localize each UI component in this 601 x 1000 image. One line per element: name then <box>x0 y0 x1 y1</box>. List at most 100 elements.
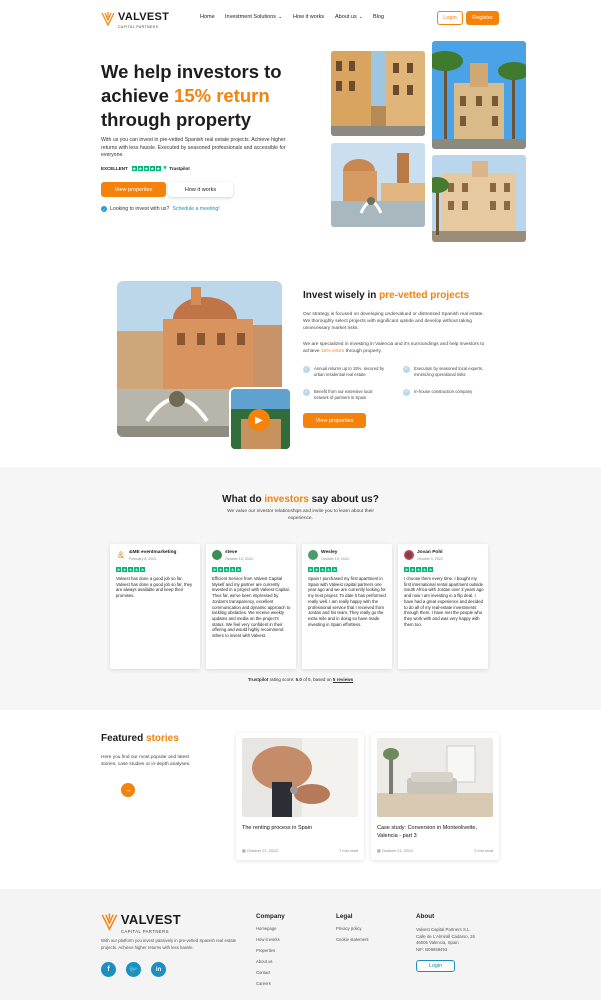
trustpilot-badge[interactable]: EXCELLENT ★ ★ ★ ★ ★ ★ Trustpilot <box>101 165 190 171</box>
story-date: ▦ October 21, 2022 <box>242 848 278 853</box>
star-icon: ★ <box>116 567 121 572</box>
star-icon: ★ <box>137 165 143 171</box>
footer-about-title: About <box>416 913 435 920</box>
footer-link[interactable]: Careers <box>256 978 280 989</box>
hero-title-line2: achieve <box>101 85 175 106</box>
twitter-icon[interactable]: 🐦 <box>126 962 141 977</box>
stories-next-arrow-icon[interactable]: → <box>121 783 135 797</box>
invest-paragraph-1: Our strategy is focused on developing un… <box>303 312 484 331</box>
star-icon: ★ <box>320 567 325 572</box>
invest-title-text: Invest wisely in <box>303 290 380 301</box>
review-card: Wesley October 10, 2022 ★ ★ ★ ★ ★ Spain I pu… <box>302 544 392 669</box>
star-icon: ★ <box>149 165 155 171</box>
story-meta: ▦ October 21, 2022 2 min read <box>377 848 493 853</box>
star-icon: ★ <box>128 567 133 572</box>
footer-logo[interactable]: VALVEST CAPITAL PARTNERS <box>101 911 181 934</box>
rating-count-link[interactable]: 5 reviews <box>333 677 353 682</box>
testimonials-title: What do investors say about us? <box>0 494 601 505</box>
t-title-b: say about us? <box>308 494 379 505</box>
footer-login-button[interactable]: Login <box>416 960 455 972</box>
play-icon[interactable]: ▶ <box>248 409 270 431</box>
star-icon: ★ <box>428 567 433 572</box>
feature-text: Annual returns up to 15%, secured by urb… <box>314 366 385 377</box>
star-icon: ★ <box>416 567 421 572</box>
p2-highlight: 15% return <box>320 349 345 354</box>
footer-description: With our platform you invest passively i… <box>101 938 237 950</box>
trust-stars: ★ ★ ★ ★ ★ <box>131 165 161 171</box>
review-date: October 3, 2022 <box>417 557 443 561</box>
check-icon: ✓ <box>303 365 310 373</box>
footer-link[interactable]: Properties <box>256 945 280 956</box>
trustpilot-star-icon: ★ <box>162 165 168 171</box>
story-read-time: 2 min read <box>474 848 493 853</box>
review-text: Valvest has done a good job so far. Valv… <box>116 576 193 599</box>
star-icon: ★ <box>308 567 313 572</box>
how-it-works-button[interactable]: How it works <box>168 182 233 197</box>
hero-photo-plaza <box>432 155 526 242</box>
hero-title: We help investors to achieve 15% return … <box>101 60 311 132</box>
avatar: & <box>116 550 126 560</box>
view-properties-button[interactable]: View properties <box>101 182 166 197</box>
footer-link[interactable]: About us <box>256 956 280 967</box>
rating-brand: Trustpilot <box>247 677 269 682</box>
review-stars: ★ ★ ★ ★ ★ <box>404 567 433 572</box>
footer-legal-title: Legal <box>336 913 353 920</box>
star-icon: ★ <box>140 567 145 572</box>
nav-blog[interactable]: Blog <box>373 14 384 20</box>
star-icon: ★ <box>155 165 161 171</box>
schedule-meeting-link[interactable]: Schedule a meeting! <box>172 206 219 212</box>
check-icon: ✓ <box>403 388 410 396</box>
nav-how-it-works[interactable]: How it works <box>293 14 324 20</box>
invest-title-highlight: pre-vetted projects <box>379 290 470 301</box>
linkedin-icon[interactable]: in <box>151 962 166 977</box>
footer-link[interactable]: Cookie statement <box>336 934 369 945</box>
star-icon: ★ <box>422 567 427 572</box>
register-button[interactable]: Register <box>466 11 499 25</box>
hero-photo-street <box>331 51 425 136</box>
invest-view-properties-button[interactable]: View properties <box>303 413 366 428</box>
avatar <box>212 550 222 560</box>
star-icon: ★ <box>134 567 139 572</box>
star-icon: ★ <box>404 567 409 572</box>
brand-logo[interactable]: VALVEST CAPITAL PARTNERS <box>101 10 173 29</box>
story-image <box>242 738 358 817</box>
story-card[interactable]: Case study: Conversion in Monteolivette,… <box>371 733 499 860</box>
facebook-icon[interactable]: f <box>101 962 116 977</box>
rating-text-b: of 5, based on <box>301 677 333 682</box>
review-text: Efficient Service from Valvest Capital M… <box>212 576 291 639</box>
star-icon: ★ <box>236 567 241 572</box>
nav-investment-solutions[interactable]: Investment Solutions ⌄ <box>225 14 282 20</box>
trustpilot-rating: Trustpilot rating score: 5.0 of 5, based… <box>0 677 601 682</box>
footer-address: Valvest Capital Partners S.L. Calle de L… <box>416 927 475 953</box>
feature-item: ✓ Annual returns up to 15%, secured by ur… <box>303 366 388 377</box>
footer-link[interactable]: Privacy policy <box>336 923 369 934</box>
rating-text-a: rating score: <box>268 677 296 682</box>
review-date: February 8, 2023 <box>129 557 157 561</box>
review-date: October 10, 2022 <box>225 557 253 561</box>
p2-text-b: through property. <box>344 349 382 354</box>
login-button[interactable]: Login <box>437 11 463 25</box>
star-icon: ★ <box>314 567 319 572</box>
review-stars: ★ ★ ★ ★ ★ <box>308 567 337 572</box>
footer-link[interactable]: How it works <box>256 934 280 945</box>
trust-brand: Trustpilot <box>169 165 190 171</box>
hero-title-line3: through property <box>101 109 252 130</box>
star-icon: ★ <box>131 165 137 171</box>
story-card[interactable]: The renting process in Spain ▦ October 2… <box>236 733 364 860</box>
logo-mark-icon <box>101 913 118 931</box>
footer-legal-links: Privacy policy Cookie statement <box>336 923 369 945</box>
nav-about-us[interactable]: About us ⌄ <box>335 14 363 20</box>
chevron-down-icon: ⌄ <box>278 14 283 20</box>
trust-label: EXCELLENT <box>101 165 128 171</box>
footer-link[interactable]: Contact <box>256 967 280 978</box>
brand-name: VALVEST <box>118 11 170 23</box>
review-card: Jovan Pohl October 3, 2022 ★ ★ ★ ★ ★ I choos… <box>398 544 488 669</box>
feature-text: Benefit from our extensive local network… <box>314 389 373 400</box>
hero-description: With us you can invest in pre-vetted Spa… <box>101 137 286 158</box>
brand-tagline: CAPITAL PARTNERS <box>120 928 169 934</box>
footer-link[interactable]: Homepage <box>256 923 280 934</box>
review-stars: ★ ★ ★ ★ ★ <box>116 567 145 572</box>
invest-paragraph-2: We are specialized in investing in Valen… <box>303 341 491 355</box>
star-icon: ★ <box>224 567 229 572</box>
nav-home[interactable]: Home <box>200 14 215 20</box>
